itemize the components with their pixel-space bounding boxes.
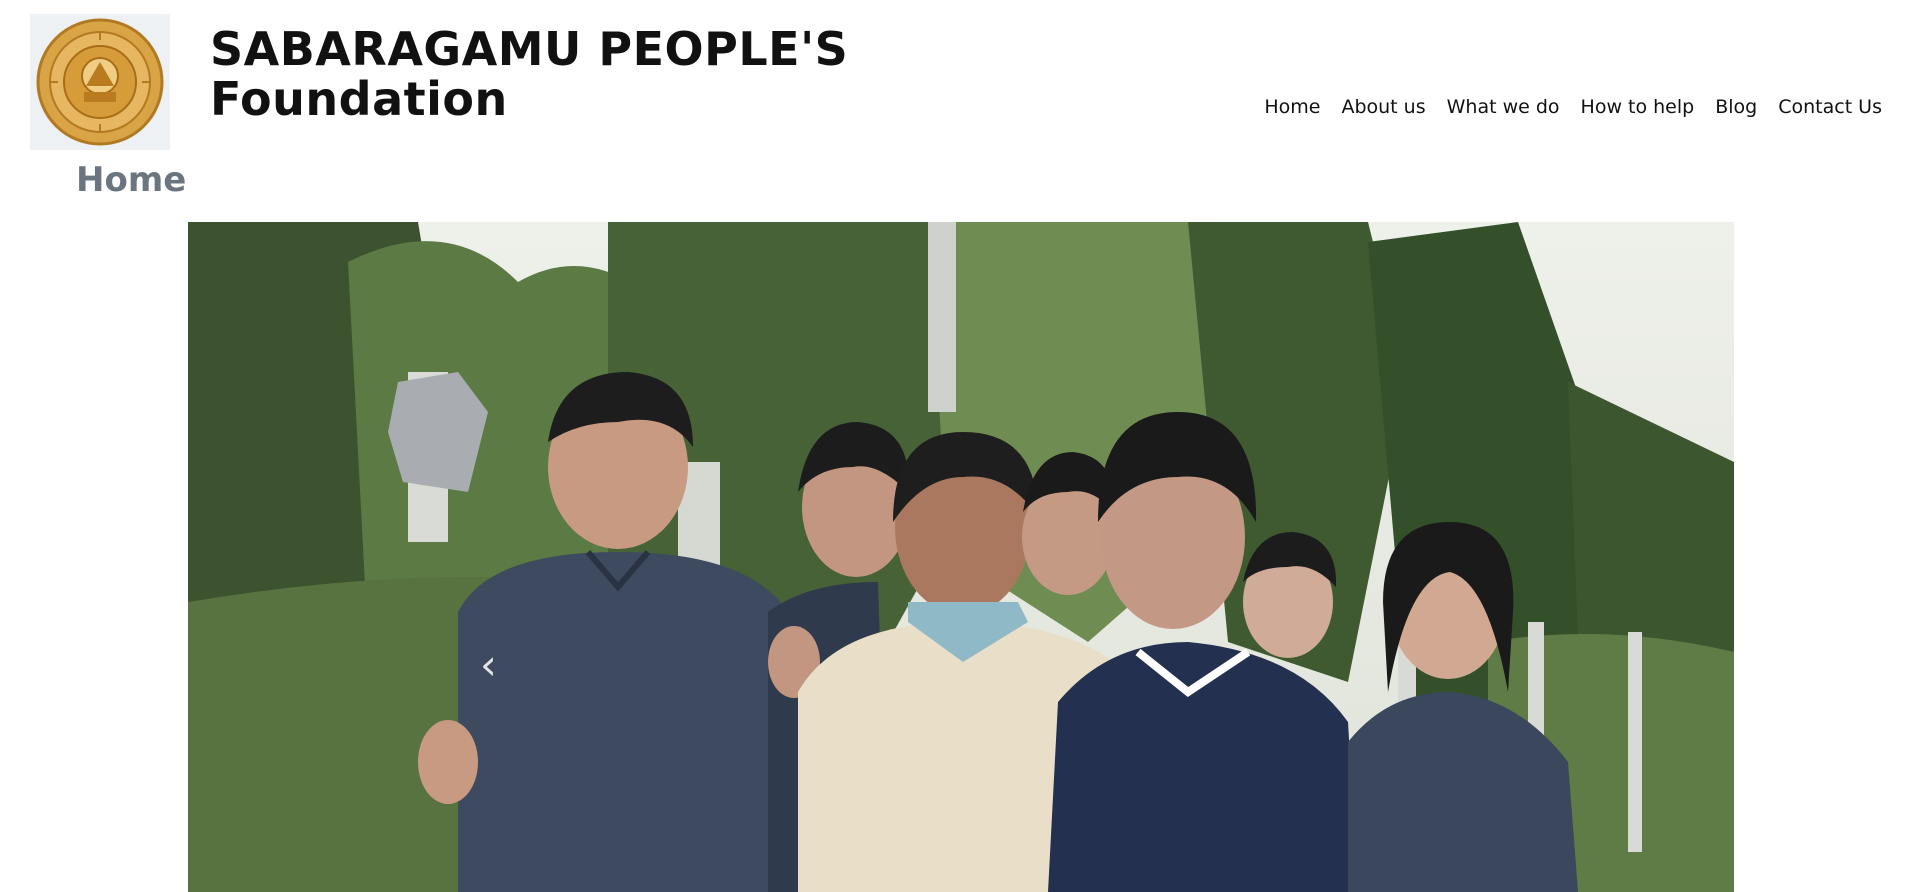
chevron-left-icon: ‹ <box>480 640 497 689</box>
page-title: Home <box>76 160 187 200</box>
site-logo[interactable] <box>30 14 170 150</box>
nav-item-contact-us[interactable]: Contact Us <box>1778 96 1882 118</box>
site-name-line2: Foundation <box>210 72 508 126</box>
nav-item-how-to-help[interactable]: How to help <box>1581 96 1695 118</box>
site-name-line1: SABARAGAMU PEOPLE'S <box>210 22 849 76</box>
main-nav: Home About us What we do How to help Blo… <box>1264 96 1882 118</box>
page: SABARAGAMU PEOPLE'S Foundation Home Abou… <box>0 0 1920 892</box>
seal-logo-icon <box>36 18 164 146</box>
hero-carousel[interactable]: ‹ › <box>188 222 1734 892</box>
hero-photo <box>188 222 1734 892</box>
carousel-prev-button[interactable]: ‹ <box>480 640 497 689</box>
nav-item-about-us[interactable]: About us <box>1341 96 1425 118</box>
site-name: SABARAGAMU PEOPLE'S Foundation <box>210 24 848 124</box>
nav-item-home[interactable]: Home <box>1264 96 1320 118</box>
nav-item-blog[interactable]: Blog <box>1715 96 1757 118</box>
nav-item-what-we-do[interactable]: What we do <box>1447 96 1560 118</box>
